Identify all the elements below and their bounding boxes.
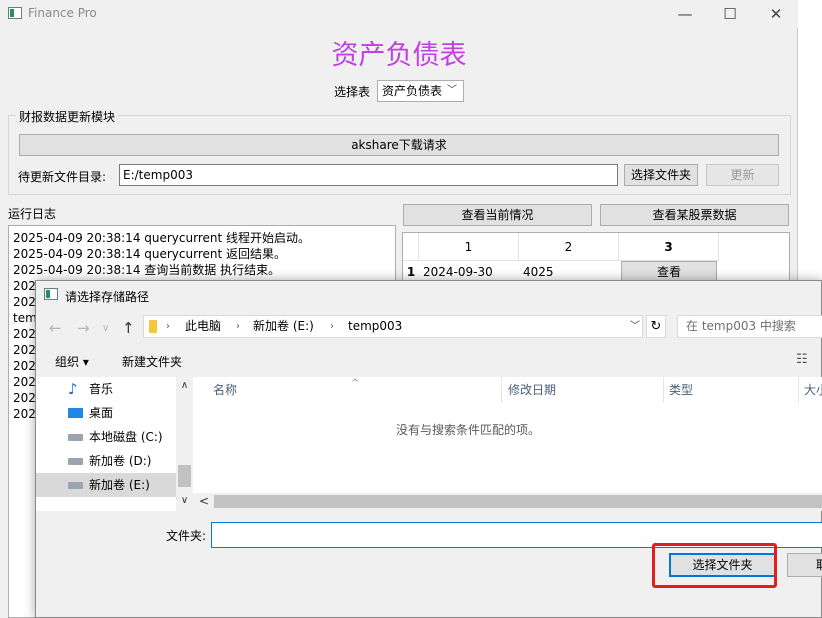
sort-arrow-icon: ^ bbox=[351, 378, 360, 389]
scroll-down-icon[interactable]: ∨ bbox=[176, 495, 193, 506]
navigation-pane: ♪ 音乐 桌面 本地磁盘 (C:) 新加卷 (D:) 新加卷 (E:) bbox=[36, 377, 193, 511]
table-select[interactable]: 资产负债表 ﹀ bbox=[377, 80, 464, 102]
close-icon[interactable]: ✕ bbox=[753, 0, 799, 28]
maximize-icon[interactable]: ☐ bbox=[707, 0, 753, 28]
title-bar: Finance Pro — ☐ ✕ bbox=[0, 0, 798, 28]
nav-item-label: 音乐 bbox=[89, 382, 114, 396]
log-line: 2025-04-09 20:38:14 查询当前数据 执行结束。 bbox=[13, 263, 281, 277]
column-divider bbox=[798, 377, 799, 403]
page-title: 资产负债表 bbox=[331, 40, 467, 71]
column-type[interactable]: 类型 bbox=[669, 377, 693, 403]
column-size[interactable]: 大小 bbox=[804, 377, 822, 403]
table-header-2: 2 bbox=[519, 233, 619, 261]
view-current-button[interactable]: 查看当前情况 bbox=[403, 204, 592, 226]
music-icon: ♪ bbox=[68, 380, 78, 398]
nav-item-label: 本地磁盘 (C:) bbox=[89, 430, 163, 444]
recent-dropdown-icon[interactable]: ∨ bbox=[102, 323, 109, 334]
drive-icon bbox=[68, 482, 83, 489]
minimize-icon[interactable]: — bbox=[662, 0, 708, 28]
dir-label: 待更新文件目录: bbox=[18, 170, 107, 184]
breadcrumb-chevron-icon: › bbox=[166, 321, 170, 332]
nav-item-label: 桌面 bbox=[89, 406, 114, 420]
nav-item-drive-d[interactable]: 新加卷 (D:) bbox=[36, 449, 176, 473]
dialog-app-icon bbox=[44, 288, 58, 300]
search-input[interactable]: 在 temp003 中搜索 bbox=[677, 315, 822, 338]
column-modified[interactable]: 修改日期 bbox=[508, 377, 556, 403]
table-select-value: 资产负债表 bbox=[382, 84, 443, 98]
view-options-icon[interactable]: ☷ bbox=[796, 352, 808, 367]
forward-arrow-icon[interactable]: → bbox=[77, 319, 90, 337]
nav-item-drive-c[interactable]: 本地磁盘 (C:) bbox=[36, 425, 176, 449]
empty-message: 没有与搜索条件匹配的项。 bbox=[395, 423, 540, 437]
organize-menu[interactable]: 组织 ▾ bbox=[55, 353, 89, 370]
folder-picker-dialog: 请选择存储路径 ← → ∨ ↑ › 此电脑 › 新加卷 (E:) › temp0… bbox=[35, 280, 822, 618]
group-title: 财报数据更新模块 bbox=[16, 108, 119, 125]
nav-item-label: 新加卷 (E:) bbox=[89, 478, 150, 492]
new-folder-button[interactable]: 新建文件夹 bbox=[122, 353, 182, 370]
table-header-3: 3 bbox=[619, 233, 719, 261]
table-header-1: 1 bbox=[419, 233, 519, 261]
log-line: 2025-04-09 20:38:14 querycurrent 返回结果。 bbox=[13, 247, 287, 261]
breadcrumb-chevron-icon: › bbox=[236, 321, 240, 332]
scroll-up-icon[interactable]: ∧ bbox=[176, 380, 193, 391]
breadcrumb-temp003[interactable]: temp003 bbox=[348, 316, 402, 337]
app-title: Finance Pro bbox=[28, 6, 97, 20]
drive-icon bbox=[68, 458, 83, 465]
breadcrumb-this-pc[interactable]: 此电脑 bbox=[185, 316, 221, 337]
update-button[interactable]: 更新 bbox=[706, 164, 779, 186]
select-table-label: 选择表 bbox=[334, 85, 371, 99]
address-dropdown-icon[interactable]: ﹀ bbox=[627, 315, 643, 338]
choose-folder-button[interactable]: 选择文件夹 bbox=[624, 164, 698, 186]
breadcrumb-drive-e[interactable]: 新加卷 (E:) bbox=[253, 316, 314, 337]
breadcrumb-chevron-icon: › bbox=[330, 321, 334, 332]
folder-label: 文件夹: bbox=[166, 529, 207, 543]
dir-input[interactable]: E:/temp003 bbox=[119, 164, 618, 186]
cancel-button[interactable]: 取消 bbox=[787, 553, 822, 577]
nav-item-drive-e[interactable]: 新加卷 (E:) bbox=[36, 473, 176, 497]
chevron-down-icon: ﹀ bbox=[447, 85, 457, 96]
horizontal-scrollbar[interactable]: < bbox=[193, 493, 822, 511]
akshare-download-button[interactable]: akshare下载请求 bbox=[19, 134, 779, 156]
back-arrow-icon[interactable]: ← bbox=[49, 319, 62, 337]
scrollbar-thumb[interactable] bbox=[178, 465, 191, 487]
column-name[interactable]: 名称 bbox=[213, 377, 237, 403]
highlight-annotation bbox=[652, 543, 777, 588]
nav-scrollbar[interactable]: ∧ ∨ bbox=[176, 377, 193, 511]
app-icon bbox=[8, 7, 22, 19]
column-divider bbox=[501, 377, 502, 403]
desktop-icon bbox=[68, 408, 83, 418]
column-divider bbox=[663, 377, 664, 403]
table-corner bbox=[403, 233, 419, 261]
log-label: 运行日志 bbox=[8, 207, 57, 221]
up-arrow-icon[interactable]: ↑ bbox=[122, 319, 135, 337]
drive-icon bbox=[68, 434, 83, 441]
scroll-left-icon[interactable]: < bbox=[199, 494, 209, 508]
dialog-title: 请选择存储路径 bbox=[65, 290, 150, 304]
nav-item-desktop[interactable]: 桌面 bbox=[36, 401, 176, 425]
log-line: 2025-04-09 20:38:14 querycurrent 线程开始启动。 bbox=[13, 231, 311, 245]
address-bar[interactable]: › 此电脑 › 新加卷 (E:) › temp003 bbox=[143, 315, 643, 338]
nav-item-music[interactable]: ♪ 音乐 bbox=[36, 377, 176, 401]
view-stock-button[interactable]: 查看某股票数据 bbox=[600, 204, 789, 226]
refresh-icon[interactable]: ↻ bbox=[646, 315, 666, 338]
nav-item-label: 新加卷 (D:) bbox=[89, 454, 152, 468]
folder-icon bbox=[149, 320, 157, 333]
scrollbar-thumb[interactable] bbox=[214, 495, 822, 508]
